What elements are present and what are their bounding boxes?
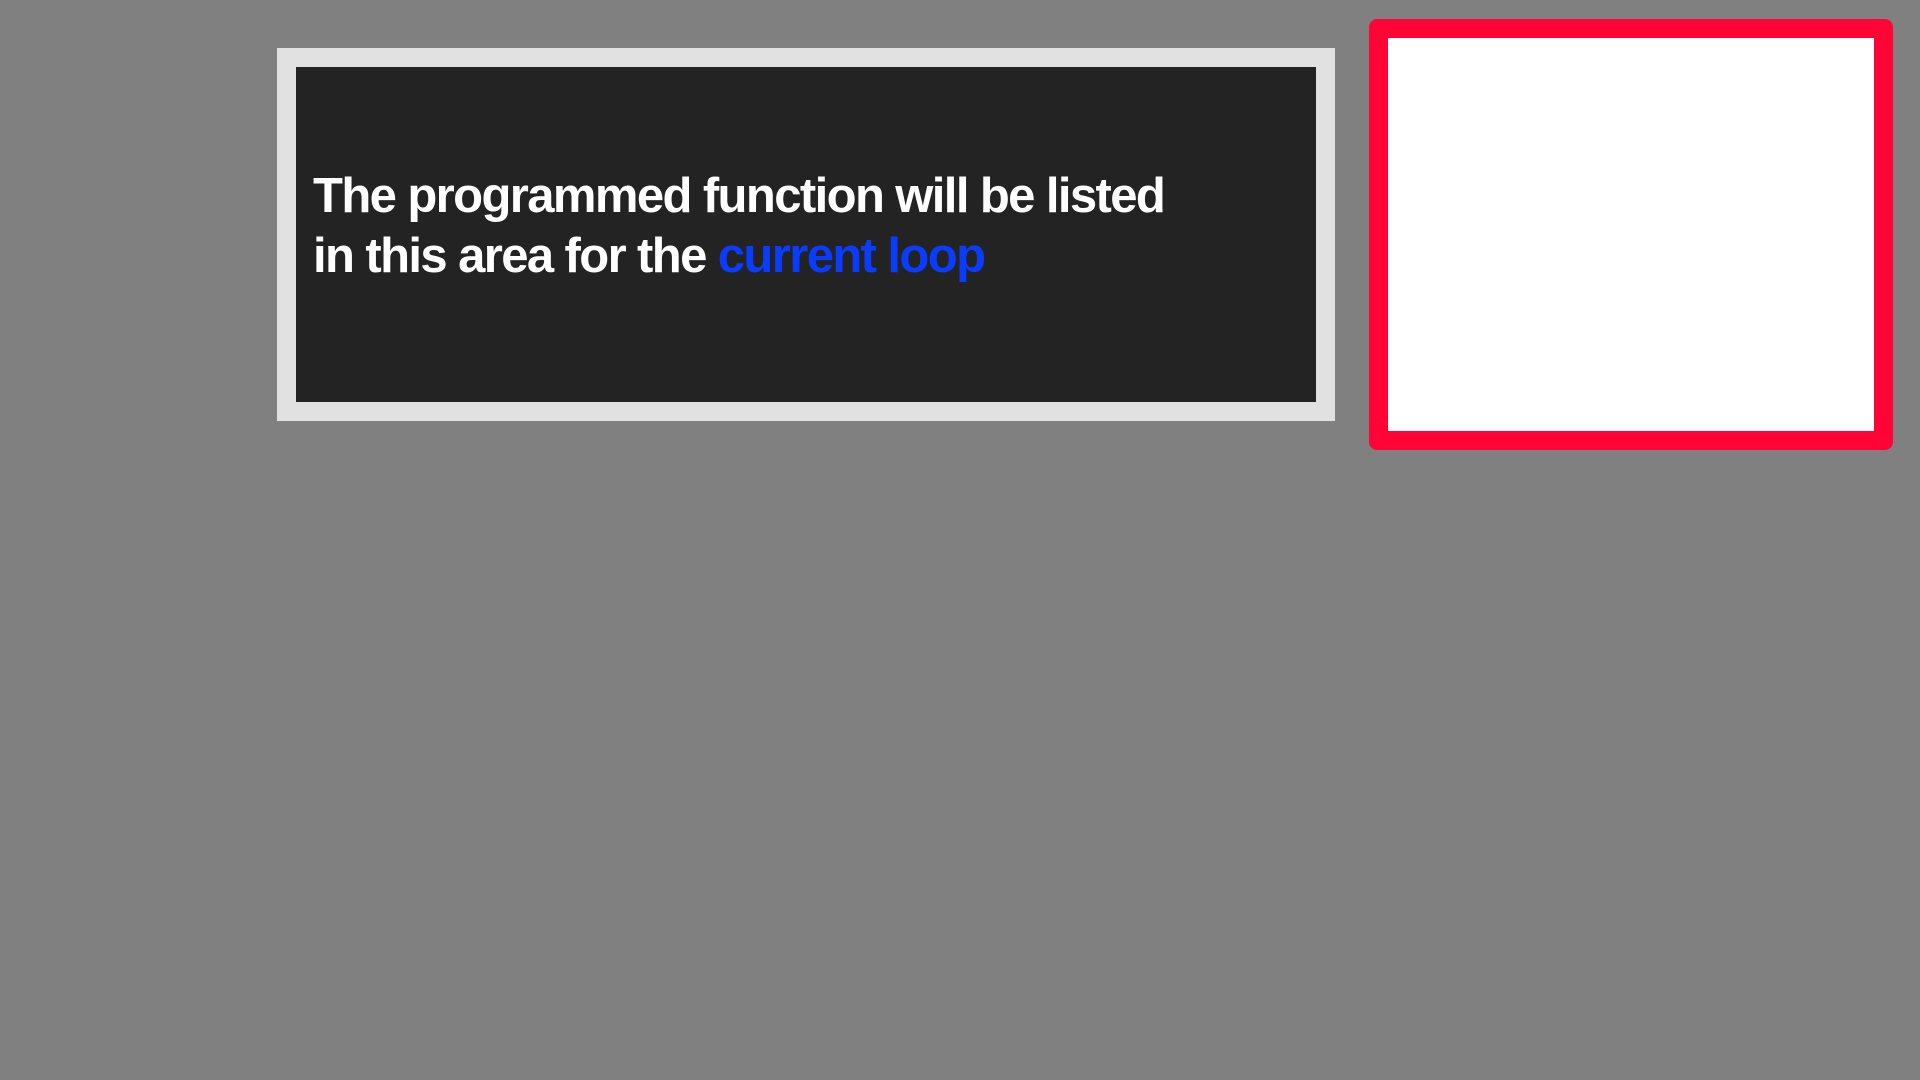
function-info-line-2-prefix: in this area for the [313, 228, 718, 283]
function-info-line-1: The programmed function will be listed [313, 168, 1166, 223]
function-info-panel: The programmed function will be listed i… [296, 67, 1316, 402]
function-info-line-2: in this area for the current loop [313, 226, 1164, 286]
function-info-text: The programmed function will be listed i… [313, 166, 1166, 286]
screen: The programmed function will be listed i… [0, 0, 1920, 1080]
function-info-frame: The programmed function will be listed i… [277, 48, 1335, 421]
current-loop-highlight: current loop [717, 228, 986, 283]
loop-preview-box [1369, 19, 1893, 450]
